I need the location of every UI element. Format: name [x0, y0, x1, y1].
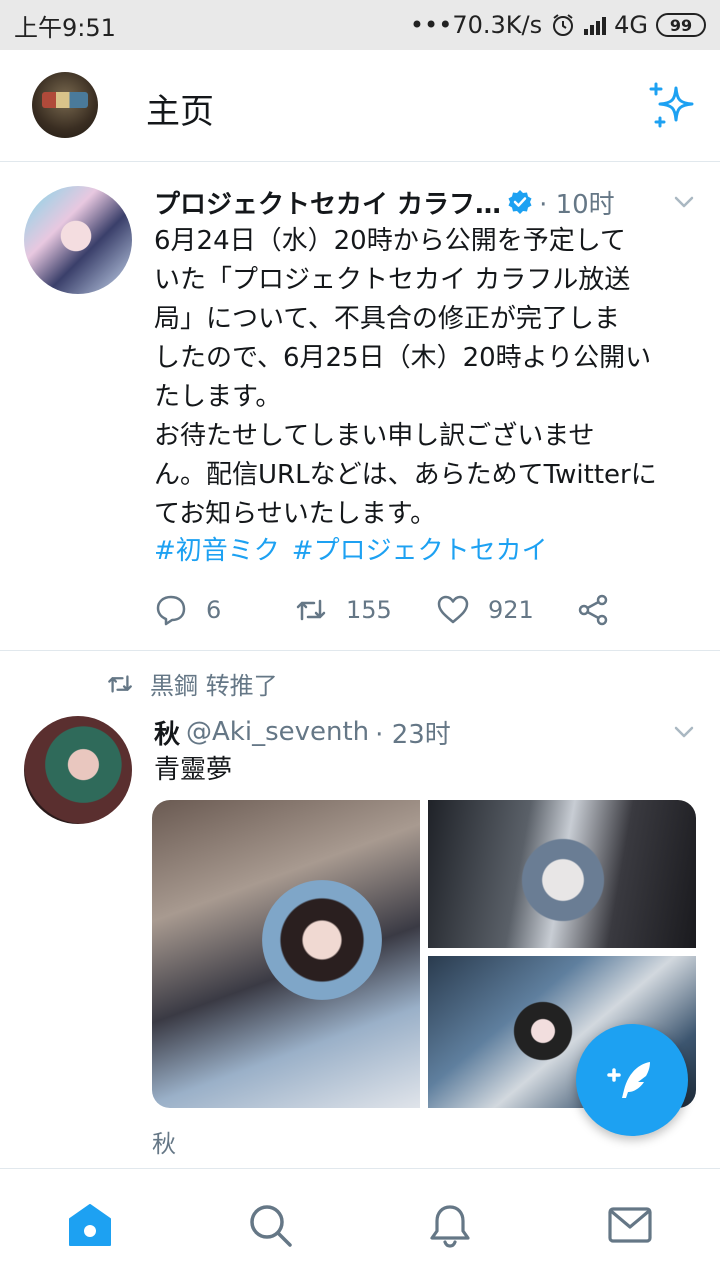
tweet-author-handle[interactable]: @Aki_seventh — [186, 717, 369, 747]
tweet-text: 青靈夢 — [154, 755, 233, 785]
media-photo[interactable] — [428, 800, 696, 948]
tweet-hashtags: #初音ミク #プロジェクトセカイ — [154, 532, 548, 571]
alarm-icon — [553, 14, 574, 36]
tweet-actions: 6 155 921 — [154, 588, 674, 632]
bottom-navigation — [0, 1168, 720, 1280]
verified-badge-icon — [508, 190, 532, 214]
heart-icon — [437, 595, 469, 624]
tweet-author-name[interactable]: 秋 — [154, 714, 180, 751]
sparkle-icon[interactable] — [646, 80, 698, 132]
retweeted-by-label[interactable]: 黒鋼 转推了 — [150, 666, 278, 701]
status-bar: 上午9:51 •••70.3K/s 4G 99 — [0, 0, 720, 50]
like-button[interactable]: 921 — [436, 593, 534, 627]
retweet-context: 黒鋼 转推了 — [106, 666, 278, 701]
signal-icon — [584, 15, 607, 35]
home-icon[interactable] — [66, 1201, 114, 1249]
chevron-down-icon[interactable] — [672, 190, 696, 214]
profile-avatar[interactable] — [32, 72, 98, 138]
tweet-time: · 10时 — [539, 189, 615, 220]
tweet-author-avatar[interactable] — [24, 716, 132, 824]
tweet-author-avatar[interactable] — [24, 186, 132, 294]
retweet-icon — [108, 674, 132, 693]
status-indicators: •••70.3K/s 4G 99 — [410, 11, 706, 39]
reply-button[interactable]: 6 — [154, 593, 221, 627]
bell-icon[interactable] — [426, 1201, 474, 1249]
like-count: 921 — [488, 596, 534, 624]
tweet-text: 6月24日（水）20時から公開を予定して いた「プロジェクトセカイ カラフル放送… — [154, 226, 657, 529]
retweet-button[interactable]: 155 — [294, 593, 392, 627]
share-button[interactable] — [576, 593, 610, 627]
compose-feather-icon — [607, 1062, 650, 1098]
media-caption: 秋 — [152, 1130, 176, 1158]
reply-icon — [156, 595, 186, 626]
chevron-down-icon[interactable] — [672, 720, 696, 744]
retweet-count: 155 — [346, 596, 392, 624]
hashtag-link[interactable]: #プロジェクトセカイ — [292, 532, 548, 571]
page-title: 主页 — [146, 92, 214, 132]
retweet-icon — [296, 599, 326, 621]
tweet-header: プロジェクトセカイ カラフ… · 10时 — [154, 182, 615, 222]
compose-button[interactable] — [576, 1024, 688, 1136]
network-type: 4G — [614, 11, 648, 39]
hashtag-link[interactable]: #初音ミク — [154, 532, 280, 571]
battery-icon: 99 — [656, 13, 706, 37]
tweet-time: · 23时 — [375, 719, 451, 750]
tweet-divider — [0, 650, 720, 651]
battery-level: 99 — [669, 15, 693, 35]
reply-count: 6 — [206, 596, 222, 624]
search-icon[interactable] — [246, 1201, 294, 1249]
tweet-author-name[interactable]: プロジェクトセカイ カラフ… — [154, 184, 501, 221]
mail-icon[interactable] — [606, 1201, 654, 1249]
status-time: 上午9:51 — [14, 13, 116, 42]
media-photo[interactable] — [152, 800, 420, 1108]
top-app-bar: 主页 — [0, 50, 720, 162]
share-icon — [578, 594, 608, 626]
tweet-header: 秋 @Aki_seventh · 23时 — [154, 712, 451, 752]
net-speed: •••70.3K/s — [409, 11, 543, 39]
